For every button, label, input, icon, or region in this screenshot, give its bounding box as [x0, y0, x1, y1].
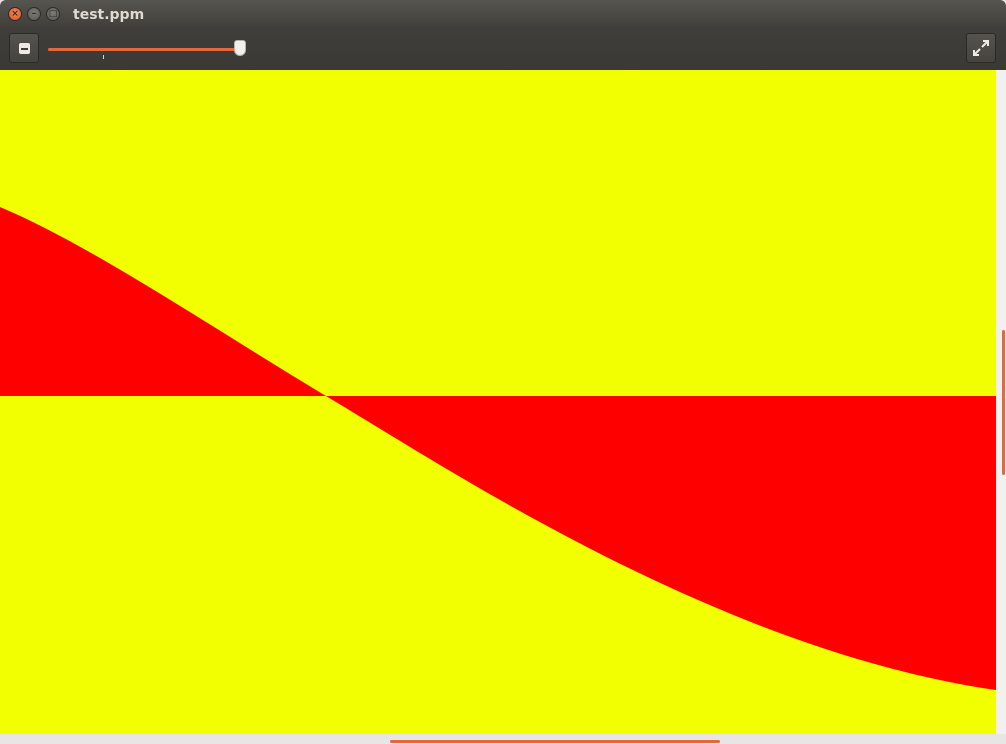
vertical-scrollbar-thumb[interactable]: [1002, 330, 1005, 475]
zoom-slider-track[interactable]: [48, 48, 242, 51]
minimize-window-button[interactable]: –: [27, 7, 41, 21]
maximize-icon: □: [48, 9, 58, 19]
window-title: test.ppm: [73, 7, 145, 23]
zoom-slider-handle[interactable]: [234, 40, 246, 56]
horizontal-scrollbar[interactable]: [0, 734, 1006, 744]
toolbar: [0, 30, 1006, 71]
close-icon: ×: [11, 9, 19, 19]
zoom-slider-tick: [103, 55, 104, 59]
maximize-window-button[interactable]: □: [46, 7, 60, 21]
minimize-icon: –: [31, 9, 37, 19]
horizontal-scrollbar-thumb[interactable]: [390, 740, 720, 743]
fullscreen-icon: [973, 40, 989, 56]
fullscreen-button[interactable]: [966, 33, 996, 63]
image-canvas: [0, 70, 996, 734]
zoom-out-button[interactable]: [9, 33, 39, 63]
zoom-out-icon: [19, 43, 30, 54]
vertical-scrollbar[interactable]: [996, 70, 1006, 734]
zoom-slider[interactable]: [48, 40, 246, 59]
title-bar: × – □ test.ppm: [0, 0, 1006, 30]
close-window-button[interactable]: ×: [8, 7, 22, 21]
